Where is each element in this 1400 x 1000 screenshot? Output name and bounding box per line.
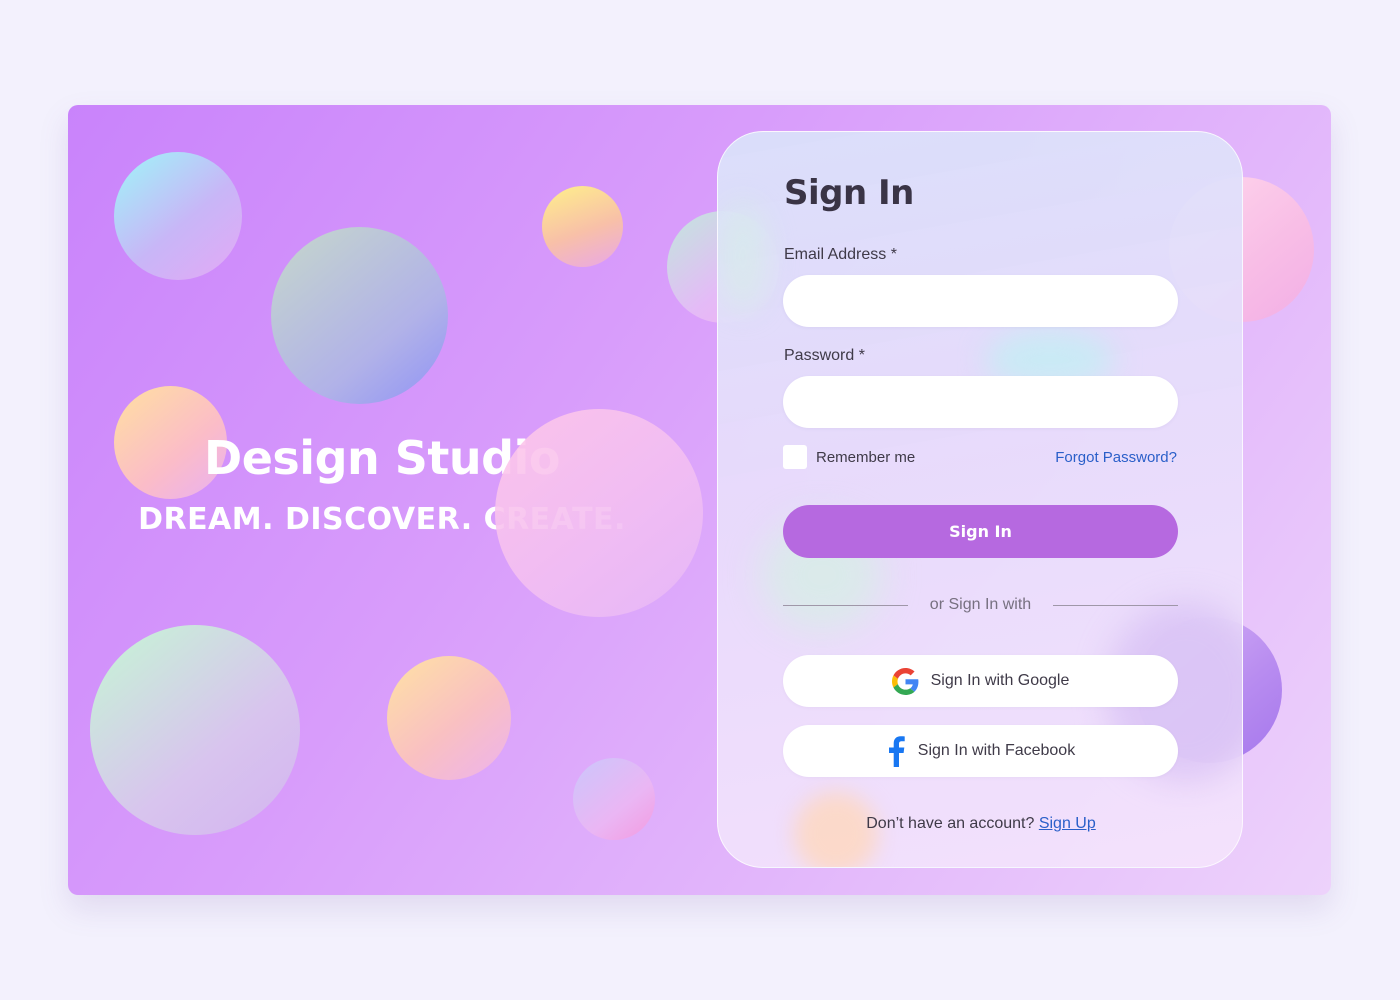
signin-title: Sign In [784,173,914,213]
remember-me-checkbox[interactable] [783,445,807,469]
email-label: Email Address * [784,246,897,263]
email-field[interactable] [783,275,1178,327]
facebook-signin-label: Sign In with Facebook [917,742,1076,759]
forgot-password-link[interactable]: Forgot Password? [1055,449,1177,466]
google-signin-label: Sign In with Google [930,672,1070,689]
facebook-signin-button[interactable]: Sign In with Facebook [783,725,1178,777]
signup-link[interactable]: Sign Up [1039,815,1096,832]
decorative-bubble [90,625,300,835]
decorative-bubble [114,152,242,280]
decorative-bubble [387,656,511,780]
facebook-icon [886,735,906,767]
password-label: Password * [784,347,865,364]
signin-button[interactable]: Sign In [783,505,1178,558]
login-panel: Design Studio DREAM. DISCOVER. CREATE. S… [68,105,1331,895]
decorative-blur [718,202,768,312]
signup-prompt: Don’t have an account? [866,815,1035,832]
decorative-bubble [542,186,623,267]
signup-row: Don’t have an account? Sign Up [718,815,1242,833]
remember-me-label: Remember me [816,449,916,466]
google-signin-button[interactable]: Sign In with Google [783,655,1178,707]
signin-card: Sign In Email Address * Password * Remem… [717,131,1243,868]
decorative-bubble [495,409,703,617]
password-field[interactable] [783,376,1178,428]
decorative-bubble [573,758,655,840]
divider-line-right [1053,605,1178,606]
decorative-bubble [271,227,448,404]
google-icon [891,667,919,695]
